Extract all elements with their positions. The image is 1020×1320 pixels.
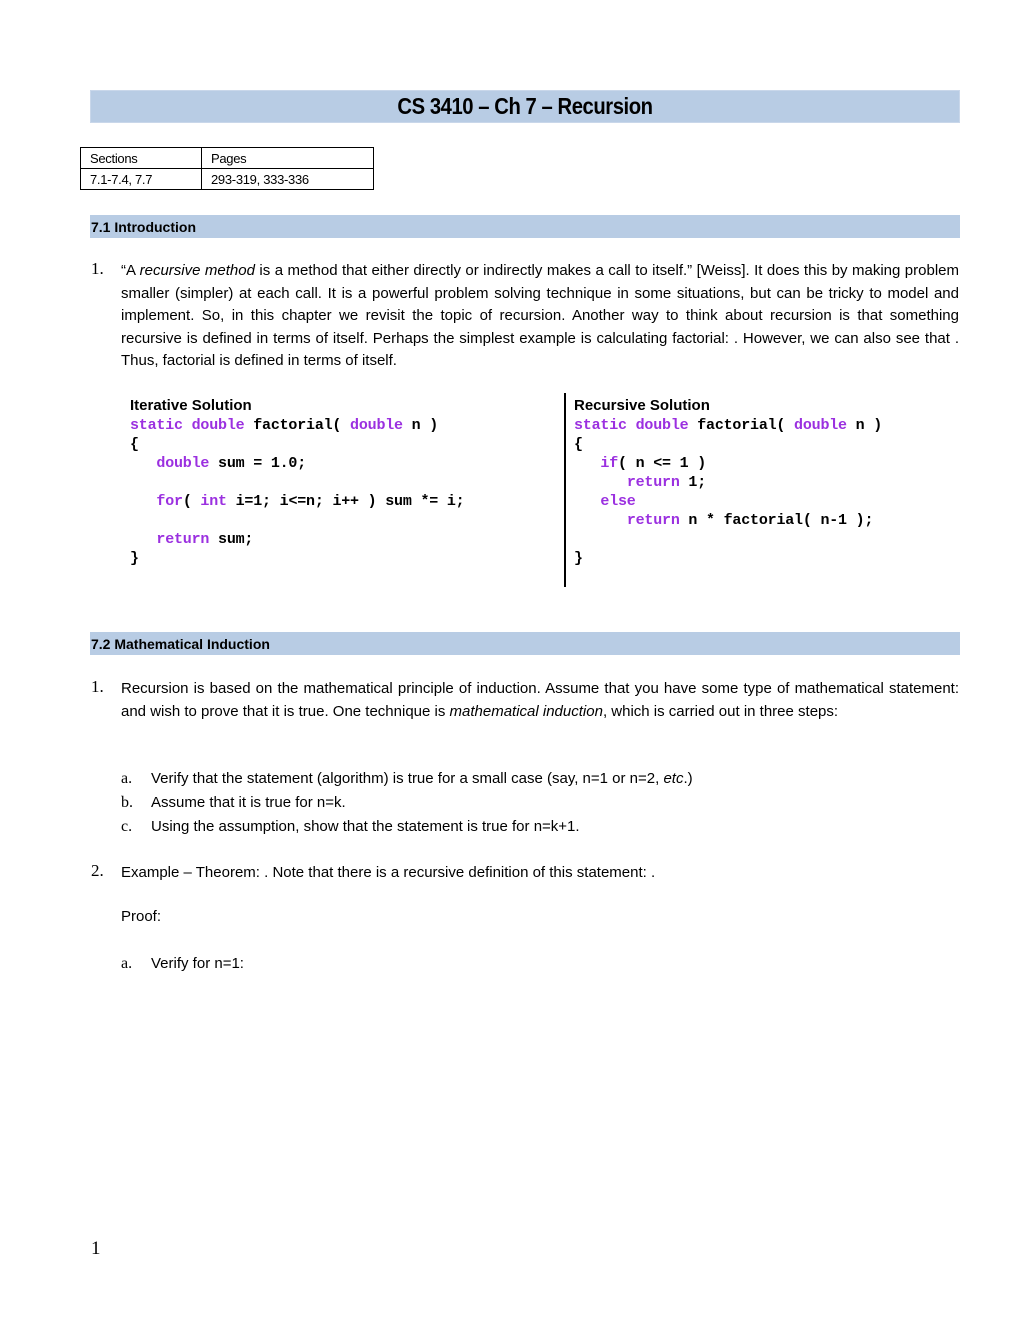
code-keyword: static double (574, 417, 689, 434)
code-keyword: if (600, 455, 619, 472)
code-line: static double factorial( double n ) (574, 416, 882, 435)
iterative-solution: Iterative Solution static double factori… (130, 396, 465, 568)
code-line: return sum; (130, 530, 464, 549)
induction-paragraph: Recursion is based on the mathematical p… (121, 678, 959, 723)
code-text: { (574, 436, 583, 453)
step-label: a. (121, 770, 133, 787)
intro-paragraph: “A recursive method is a method that eit… (121, 260, 959, 373)
code-text: ( n <= 1 ) (618, 455, 707, 472)
step-text: Verify that the statement (algorithm) is… (151, 768, 693, 790)
step-emphasis: etc (663, 770, 684, 787)
step-text: Verify for n=1: (151, 955, 244, 972)
table-row: 7.1-7.4, 7.7 293-319, 333-336 (80, 168, 374, 190)
column-divider (564, 393, 566, 587)
code-line: double sum = 1.0; (130, 454, 464, 473)
code-line: { (574, 435, 882, 454)
induction-text-end: , which is carried out in three steps: (602, 702, 839, 720)
code-line: } (130, 549, 464, 568)
section-heading: 7.1 Introduction (91, 218, 196, 235)
iterative-heading: Iterative Solution (130, 397, 252, 414)
section-heading: 7.2 Mathematical Induction (91, 635, 270, 652)
code-text: factorial( (244, 417, 351, 434)
code-keyword: double (156, 455, 210, 472)
step-text: Using the assumption, show that the stat… (151, 818, 580, 835)
code-keyword: return (626, 474, 680, 491)
page-title: CS 3410 – Ch 7 – Recursion (397, 93, 653, 119)
code-text: sum = 1.0; (209, 455, 307, 472)
code-line: return n * factorial( n-1 ); (574, 511, 882, 530)
code-line: return 1; (574, 473, 882, 492)
code-line: { (130, 435, 464, 454)
code-text: i=1; i<=n; i++ ) sum *= i; (226, 493, 465, 510)
table-cell-pages: 293-319, 333-336 (201, 168, 374, 190)
code-line: else (574, 492, 882, 511)
code-keyword: for (156, 493, 183, 510)
code-line: if( n <= 1 ) (574, 454, 882, 473)
intro-quote-open: “A (121, 262, 140, 279)
list-number: 2. (91, 861, 104, 880)
table-header-pages: Pages (201, 147, 374, 169)
section-heading-bar: 7.2 Mathematical Induction (90, 632, 960, 655)
code-line: } (574, 549, 882, 568)
intro-emphasis: recursive method (139, 262, 255, 279)
code-keyword: return (156, 531, 210, 548)
code-text: n ) (846, 417, 883, 434)
page-number: 1 (91, 1238, 101, 1259)
code-line: static double factorial( double n ) (130, 416, 464, 435)
step-text: Assume that it is true for n=k. (151, 794, 346, 811)
table-cell-sections: 7.1-7.4, 7.7 (80, 168, 202, 190)
step-text-tail: .) (683, 770, 693, 787)
iterative-code: static double factorial( double n ){ dou… (130, 416, 465, 568)
table-header-sections: Sections (80, 147, 202, 169)
code-keyword: int (200, 493, 227, 510)
list-number: 1. (91, 259, 104, 278)
section-heading-bar: 7.1 Introduction (90, 215, 960, 238)
step-label: c. (121, 818, 133, 835)
table-header-row: Sections Pages (80, 147, 374, 169)
code-keyword: static double (130, 417, 245, 434)
code-text: n ) (402, 417, 439, 434)
code-text: factorial( (688, 417, 795, 434)
code-text: n * factorial( n-1 ); (679, 512, 874, 529)
step-label: b. (121, 794, 133, 811)
recursive-code: static double factorial( double n ){ if(… (574, 416, 882, 568)
code-keyword: double (794, 417, 847, 434)
code-text: sum; (209, 531, 254, 548)
code-text: 1; (679, 474, 707, 491)
list-number: 1. (91, 677, 104, 696)
code-keyword: else (600, 493, 636, 510)
induction-emphasis: mathematical induction (449, 702, 603, 720)
recursive-solution: Recursive Solution static double factori… (574, 396, 882, 568)
proof-label: Proof: (121, 908, 162, 925)
code-text: { (130, 436, 139, 453)
example-paragraph: Example – Theorem: . Note that there is … (121, 864, 656, 881)
code-keyword: return (626, 512, 680, 529)
code-line: for( int i=1; i<=n; i++ ) sum *= i; (130, 492, 464, 511)
title-bar: CS 3410 – Ch 7 – Recursion (90, 90, 960, 123)
code-text: } (574, 550, 583, 567)
code-keyword: double (350, 417, 403, 434)
code-text: ( (182, 493, 201, 510)
step-label: a. (121, 955, 133, 972)
sections-table: Sections Pages 7.1-7.4, 7.7 293-319, 333… (80, 147, 374, 190)
code-text: } (130, 550, 139, 567)
recursive-heading: Recursive Solution (574, 397, 710, 414)
step-text-main: Verify that the statement (algorithm) is… (151, 770, 664, 787)
